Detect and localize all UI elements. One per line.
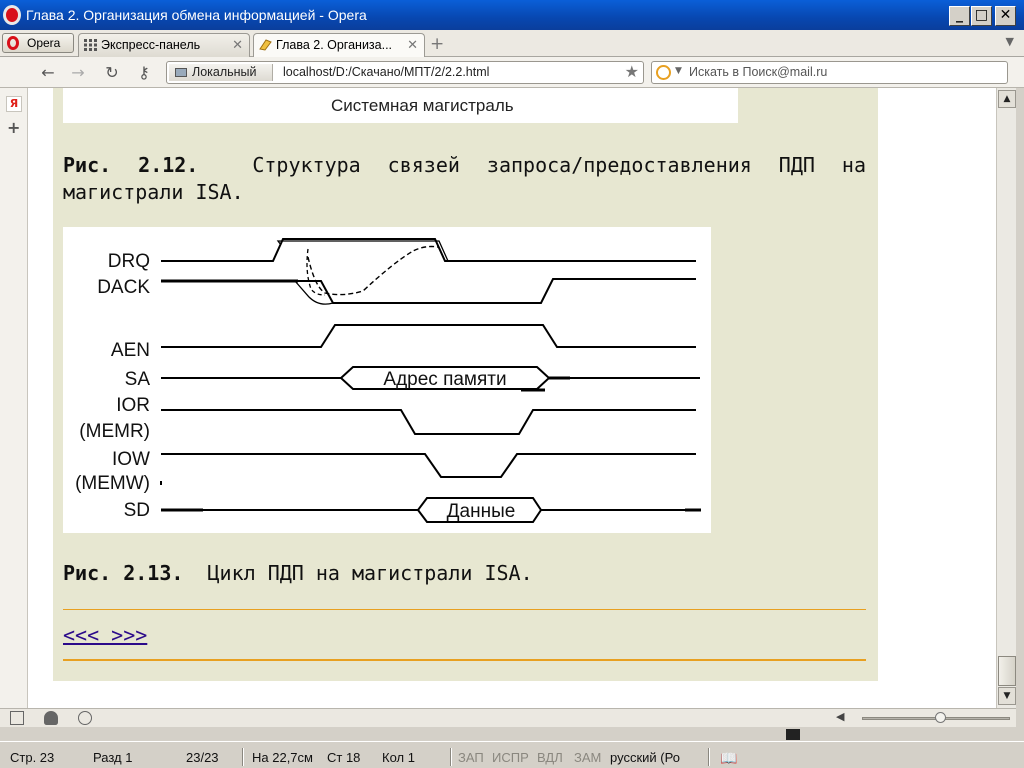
security-label: Локальный — [192, 65, 257, 79]
maximize-button[interactable]: □ — [971, 6, 992, 26]
close-tab-icon[interactable]: ✕ — [407, 37, 418, 53]
search-engine-icon[interactable] — [656, 65, 671, 80]
scroll-thumb[interactable] — [998, 656, 1016, 686]
cloud-icon[interactable] — [44, 711, 58, 725]
side-panel: Я + — [0, 88, 28, 708]
caption-figure-2-12: Рис. 2.12. Структура связей запроса/пред… — [63, 152, 866, 206]
page-icon — [259, 39, 272, 51]
word-status-bar: Стр. 23 Разд 1 23/23 На 22,7см Ст 18 Кол… — [0, 741, 1024, 768]
yandex-icon[interactable]: Я — [6, 96, 22, 112]
zoom-slider[interactable] — [862, 712, 1010, 723]
status-page: Стр. 23 — [10, 750, 55, 765]
status-trk[interactable]: ИСПР — [492, 750, 529, 765]
reload-icon[interactable]: ↻ — [102, 63, 122, 83]
browser-status-bar: ◀ — [0, 708, 1016, 727]
scroll-down-icon[interactable]: ▼ — [998, 687, 1016, 705]
search-placeholder[interactable]: Искать в Поиск@mail.ru — [689, 65, 827, 79]
opera-logo-icon — [3, 5, 21, 25]
page-viewport: Системная магистраль Рис. 2.12. Структур… — [28, 88, 996, 708]
caption-figure-2-13: Рис. 2.13. Цикл ПДП на магистрали ISA. — [63, 560, 533, 587]
key-icon[interactable]: ⚷ — [134, 63, 154, 83]
search-field[interactable]: ▼ Искать в Поиск@mail.ru — [651, 61, 1008, 84]
navigation-bar: ← → ↻ ⚷ Локальный localhost/D:/Скачано/М… — [0, 57, 1024, 88]
system-bus-label: Системная магистраль — [331, 96, 514, 115]
status-line: Ст 18 — [327, 750, 361, 765]
signal-label-memw: (MEMW) — [75, 473, 150, 494]
status-section: Разд 1 — [93, 750, 133, 765]
aen-waveform — [161, 324, 696, 348]
prev-next-links[interactable]: <<< >>> — [63, 623, 147, 647]
tab-speed-dial[interactable]: Экспресс-панель ✕ — [78, 33, 250, 57]
iow-waveform — [161, 453, 696, 478]
tab-label: Экспресс-панель — [101, 38, 201, 52]
bookmark-star-icon[interactable]: ★ — [625, 62, 639, 81]
signal-label-iow: IOW — [112, 449, 150, 470]
signal-label-dack: DACK — [97, 277, 150, 298]
monitor-icon — [175, 68, 187, 77]
divider — [63, 659, 866, 661]
tab-bar: Opera Экспресс-панель ✕ Глава 2. Организ… — [0, 30, 1024, 57]
status-ext[interactable]: ВДЛ — [537, 750, 563, 765]
opera-menu-button[interactable]: Opera — [2, 33, 74, 53]
ior-waveform — [161, 409, 696, 435]
status-pages: 23/23 — [186, 750, 219, 765]
panel-toggle-icon[interactable] — [10, 711, 24, 725]
caption-text: Цикл ПДП на магистрали ISA. — [207, 561, 533, 585]
signal-label-drq: DRQ — [108, 251, 150, 272]
opera-menu-label: Opera — [27, 36, 61, 50]
new-tab-icon[interactable]: + — [430, 34, 444, 54]
zoom-out-icon[interactable]: ◀ — [836, 710, 844, 723]
url-input[interactable]: localhost/D:/Скачано/МПТ/2/2.2.html — [283, 65, 489, 79]
toolbar-dropdown-icon[interactable] — [786, 729, 800, 740]
close-tab-icon[interactable]: ✕ — [232, 37, 243, 53]
grid-icon — [84, 39, 97, 51]
status-ovr[interactable]: ЗАМ — [574, 750, 601, 765]
zoom-knob[interactable] — [935, 712, 946, 723]
divider — [63, 609, 866, 610]
opera-icon — [7, 36, 19, 50]
signal-label-aen: AEN — [111, 340, 150, 361]
status-position: На 22,7см — [252, 750, 313, 765]
signal-label-sd: SD — [124, 500, 150, 521]
back-arrow-icon[interactable]: ← — [38, 63, 58, 83]
forward-arrow-icon[interactable]: → — [68, 63, 88, 83]
caption-number: Рис. 2.13. — [63, 561, 184, 585]
title-bar: Глава 2. Организация обмена информацией … — [0, 0, 1024, 30]
page-content: Системная магистраль Рис. 2.12. Структур… — [53, 88, 878, 681]
tab-chapter-2[interactable]: Глава 2. Организа... ✕ — [253, 33, 425, 57]
window-title: Глава 2. Организация обмена информацией … — [26, 7, 367, 23]
security-badge[interactable]: Локальный — [169, 64, 273, 81]
figure-2-12-bottom: Системная магистраль — [63, 88, 738, 123]
underlying-toolbar — [0, 727, 1024, 741]
address-memory-label: Адрес памяти — [383, 369, 506, 390]
speed-gauge-icon[interactable] — [78, 711, 92, 725]
status-rec[interactable]: ЗАП — [458, 750, 484, 765]
close-button[interactable]: ✕ — [995, 6, 1016, 26]
data-label: Данные — [447, 501, 516, 522]
signal-label-ior: IOR — [116, 395, 150, 416]
scroll-up-icon[interactable]: ▲ — [998, 90, 1016, 108]
add-panel-icon[interactable]: + — [7, 118, 20, 137]
caption-number: Рис. 2.12. — [63, 153, 199, 177]
tab-label: Глава 2. Организа... — [276, 38, 393, 52]
spelling-book-icon[interactable]: 📖 — [720, 750, 737, 767]
chevron-down-icon[interactable]: ▼ — [1006, 35, 1014, 48]
status-column: Кол 1 — [382, 750, 415, 765]
signal-label-sa: SA — [125, 369, 151, 390]
vertical-scrollbar[interactable]: ▲ ▼ — [996, 88, 1016, 708]
status-language[interactable]: русский (Ро — [610, 750, 680, 765]
chevron-down-icon[interactable]: ▼ — [675, 66, 682, 76]
drq-waveform — [161, 238, 696, 262]
timing-diagram: DRQ DACK AEN SA IOR (MEMR) IOW (MEMW) SD — [63, 227, 711, 533]
address-bar[interactable]: Локальный localhost/D:/Скачано/МПТ/2/2.2… — [166, 61, 644, 84]
minimize-button[interactable]: _ — [949, 6, 970, 26]
signal-label-memr: (MEMR) — [79, 421, 150, 442]
